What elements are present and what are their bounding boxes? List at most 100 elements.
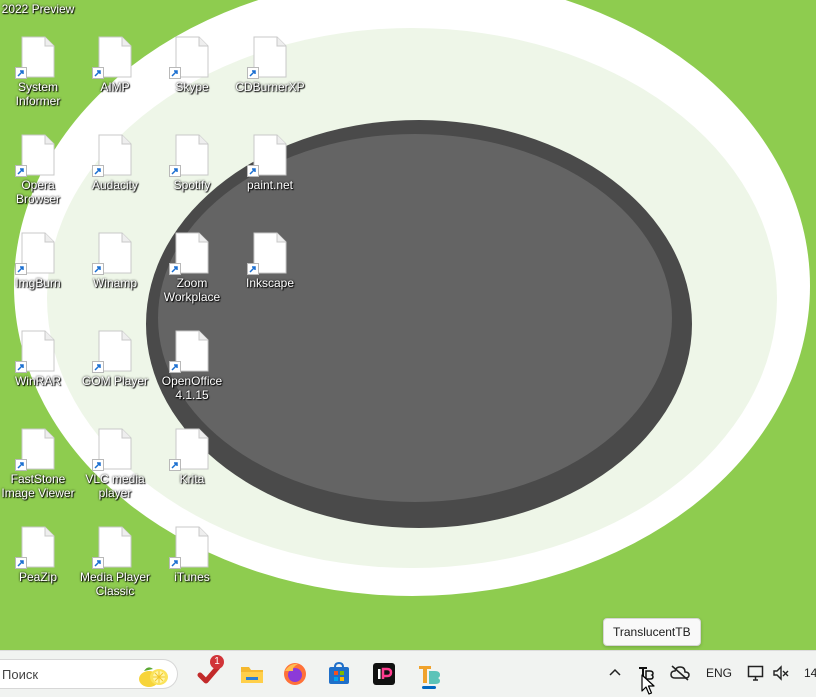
active-app-indicator — [422, 686, 436, 689]
shortcut-arrow-icon — [15, 165, 27, 177]
desktop-icon-winamp[interactable]: Winamp — [77, 232, 153, 290]
blank-document-icon — [92, 428, 132, 471]
search-box[interactable]: Поиск — [0, 659, 178, 689]
desktop-icon-label: Opera Browser — [15, 178, 60, 206]
taskbar-app-store[interactable] — [324, 659, 354, 689]
desktop-icon-partial[interactable]: 2022 Preview — [0, 0, 76, 18]
desktop-icon-openoffice-4-1-15[interactable]: OpenOffice 4.1.15 — [154, 330, 230, 402]
desktop-icon-label: Krita — [179, 472, 205, 486]
desktop-icon-label: VLC media player — [85, 472, 145, 500]
desktop-icon-label: Zoom Workplace — [163, 276, 221, 304]
desktop-icon-skype[interactable]: Skype — [154, 36, 230, 94]
desktop-icon-label: Winamp — [92, 276, 137, 290]
desktop-area: 2022 Preview System Informer AIMP Skype CDB… — [0, 0, 816, 650]
desktop-icon-faststone-image-viewer[interactable]: FastStone Image Viewer — [0, 428, 76, 500]
notification-badge: 1 — [210, 655, 224, 669]
desktop-icon-media-player-classic[interactable]: Media Player Classic — [77, 526, 153, 598]
desktop-icon-label: 2022 Preview — [1, 2, 75, 16]
blank-document-icon — [15, 134, 55, 177]
translucenttb-icon — [419, 666, 440, 684]
desktop-icon-aimp[interactable]: AIMP — [77, 36, 153, 94]
desktop-icon-itunes[interactable]: iTunes — [154, 526, 230, 584]
shortcut-arrow-icon — [247, 67, 259, 79]
shortcut-arrow-icon — [92, 557, 104, 569]
desktop-icon-label: Media Player Classic — [79, 570, 151, 598]
blank-document-icon — [15, 428, 55, 471]
desktop-icon-label: FastStone Image Viewer — [1, 472, 75, 500]
desktop-icon-opera-browser[interactable]: Opera Browser — [0, 134, 76, 206]
search-placeholder: Поиск — [2, 667, 39, 682]
desktop-icon-system-informer[interactable]: System Informer — [0, 36, 76, 108]
desktop-icon-label: Audacity — [91, 178, 139, 192]
taskbar: Поиск 1 ENG 14 — [0, 650, 816, 697]
blank-document-icon — [169, 232, 209, 275]
shortcut-arrow-icon — [15, 361, 27, 373]
shortcut-arrow-icon — [15, 459, 27, 471]
blank-document-icon — [15, 330, 55, 373]
shortcut-arrow-icon — [247, 263, 259, 275]
desktop-icon-spotify[interactable]: Spotify — [154, 134, 230, 192]
blank-document-icon — [15, 36, 55, 79]
taskbar-app-file-explorer[interactable] — [237, 659, 267, 689]
desktop-icon-krita[interactable]: Krita — [154, 428, 230, 486]
blank-document-icon — [92, 330, 132, 373]
desktop-icon-label: iTunes — [174, 570, 210, 584]
blank-document-icon — [169, 36, 209, 79]
blank-document-icon — [247, 134, 287, 177]
desktop-icon-cdburnerxp[interactable]: CDBurnerXP — [232, 36, 308, 94]
shortcut-arrow-icon — [169, 557, 181, 569]
desktop-icon-peazip[interactable]: PeaZip — [0, 526, 76, 584]
taskbar-app-ip[interactable] — [369, 659, 399, 689]
desktop-icon-gom-player[interactable]: GOM Player — [77, 330, 153, 388]
shortcut-arrow-icon — [169, 263, 181, 275]
shortcut-arrow-icon — [92, 67, 104, 79]
shortcut-arrow-icon — [15, 263, 27, 275]
ip-app-icon — [373, 663, 395, 685]
desktop-icon-label: ImgBurn — [15, 276, 61, 290]
desktop-icon-label: GOM Player — [81, 374, 148, 388]
desktop-icon-label: AIMP — [100, 80, 130, 94]
taskbar-app-translucenttb[interactable] — [414, 659, 444, 689]
desktop-icon-imgburn[interactable]: ImgBurn — [0, 232, 76, 290]
desktop-icon-paint-net[interactable]: paint.net — [232, 134, 308, 192]
blank-document-icon — [15, 526, 55, 569]
speaker-muted-icon — [773, 665, 789, 681]
blank-document-icon — [92, 134, 132, 177]
blank-document-icon — [169, 526, 209, 569]
desktop-icon-label: PeaZip — [18, 570, 58, 584]
blank-document-icon — [92, 526, 132, 569]
blank-document-icon — [169, 428, 209, 471]
blank-document-icon — [247, 36, 287, 79]
desktop-icon-zoom-workplace[interactable]: Zoom Workplace — [154, 232, 230, 304]
display-icon — [747, 665, 764, 681]
desktop-icon-audacity[interactable]: Audacity — [77, 134, 153, 192]
desktop-icon-winrar[interactable]: WinRAR — [0, 330, 76, 388]
taskbar-app-todo[interactable]: 1 — [194, 655, 224, 689]
tray-network[interactable] — [670, 665, 690, 687]
blank-document-icon — [92, 232, 132, 275]
desktop-icon-label: WinRAR — [14, 374, 61, 388]
shortcut-arrow-icon — [15, 557, 27, 569]
blank-document-icon — [92, 36, 132, 79]
tray-overflow-button[interactable] — [608, 666, 622, 688]
taskbar-app-firefox[interactable] — [280, 659, 310, 689]
cloud-offline-icon — [670, 665, 690, 681]
shortcut-arrow-icon — [247, 165, 259, 177]
desktop-icon-label: OpenOffice 4.1.15 — [161, 374, 223, 402]
desktop-icon-label: Spotify — [173, 178, 211, 192]
shortcut-arrow-icon — [15, 67, 27, 79]
shortcut-arrow-icon — [92, 263, 104, 275]
tray-display[interactable] — [747, 664, 765, 686]
desktop-icon-inkscape[interactable]: Inkscape — [232, 232, 308, 290]
firefox-icon — [284, 663, 306, 685]
shortcut-arrow-icon — [92, 165, 104, 177]
tray-volume[interactable] — [772, 665, 790, 687]
shortcut-arrow-icon — [169, 459, 181, 471]
file-explorer-icon — [241, 667, 263, 683]
desktop-icon-label: paint.net — [246, 178, 294, 192]
clock[interactable]: 14 — [804, 666, 816, 680]
blank-document-icon — [169, 134, 209, 177]
shortcut-arrow-icon — [92, 361, 104, 373]
language-indicator[interactable]: ENG — [706, 666, 732, 680]
desktop-icon-vlc-media-player[interactable]: VLC media player — [77, 428, 153, 500]
